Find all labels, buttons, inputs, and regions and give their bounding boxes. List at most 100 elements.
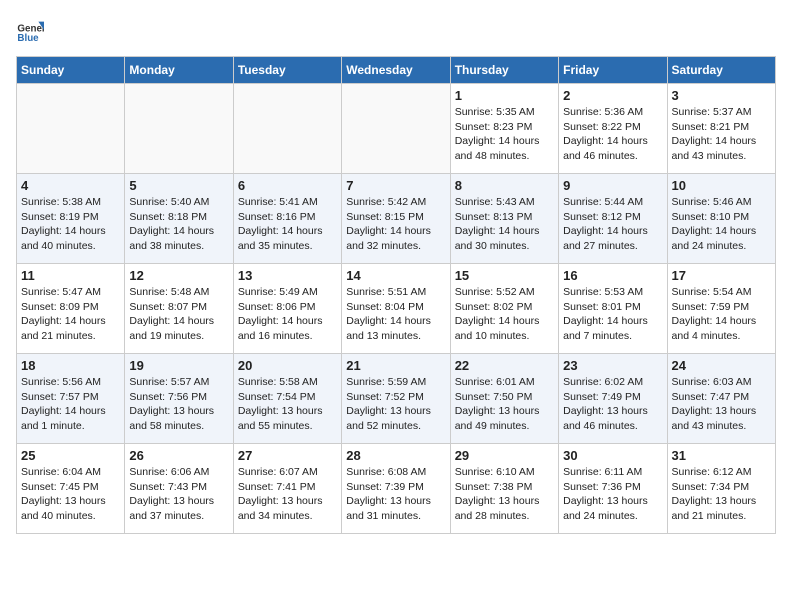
header: General Blue xyxy=(16,16,776,44)
day-number: 2 xyxy=(563,88,662,103)
day-info: Sunrise: 6:06 AMSunset: 7:43 PMDaylight:… xyxy=(129,465,228,524)
logo: General Blue xyxy=(16,16,44,44)
day-number: 22 xyxy=(455,358,554,373)
day-info: Sunrise: 5:38 AMSunset: 8:19 PMDaylight:… xyxy=(21,195,120,254)
day-info: Sunrise: 5:58 AMSunset: 7:54 PMDaylight:… xyxy=(238,375,337,434)
day-number: 1 xyxy=(455,88,554,103)
day-info: Sunrise: 6:10 AMSunset: 7:38 PMDaylight:… xyxy=(455,465,554,524)
day-number: 9 xyxy=(563,178,662,193)
calendar-cell: 31 Sunrise: 6:12 AMSunset: 7:34 PMDayligh… xyxy=(667,444,775,534)
calendar-week-1: 1 Sunrise: 5:35 AMSunset: 8:23 PMDaylight… xyxy=(17,84,776,174)
day-info: Sunrise: 5:59 AMSunset: 7:52 PMDaylight:… xyxy=(346,375,445,434)
day-info: Sunrise: 6:07 AMSunset: 7:41 PMDaylight:… xyxy=(238,465,337,524)
calendar-cell: 21 Sunrise: 5:59 AMSunset: 7:52 PMDayligh… xyxy=(342,354,450,444)
day-info: Sunrise: 5:43 AMSunset: 8:13 PMDaylight:… xyxy=(455,195,554,254)
day-number: 3 xyxy=(672,88,771,103)
day-info: Sunrise: 6:03 AMSunset: 7:47 PMDaylight:… xyxy=(672,375,771,434)
day-number: 11 xyxy=(21,268,120,283)
day-info: Sunrise: 6:12 AMSunset: 7:34 PMDaylight:… xyxy=(672,465,771,524)
day-number: 25 xyxy=(21,448,120,463)
calendar-cell: 1 Sunrise: 5:35 AMSunset: 8:23 PMDaylight… xyxy=(450,84,558,174)
day-number: 28 xyxy=(346,448,445,463)
day-info: Sunrise: 6:02 AMSunset: 7:49 PMDaylight:… xyxy=(563,375,662,434)
day-info: Sunrise: 5:57 AMSunset: 7:56 PMDaylight:… xyxy=(129,375,228,434)
calendar-cell: 28Sunrise: 6:08 AMSunset: 7:39 PMDayligh… xyxy=(342,444,450,534)
day-info: Sunrise: 5:37 AMSunset: 8:21 PMDaylight:… xyxy=(672,105,771,164)
day-header-tuesday: Tuesday xyxy=(233,57,341,84)
calendar-week-2: 4 Sunrise: 5:38 AMSunset: 8:19 PMDaylight… xyxy=(17,174,776,264)
day-number: 18 xyxy=(21,358,120,373)
calendar-cell: 13 Sunrise: 5:49 AMSunset: 8:06 PMDayligh… xyxy=(233,264,341,354)
calendar-cell: 12Sunrise: 5:48 AMSunset: 8:07 PMDayligh… xyxy=(125,264,233,354)
calendar-cell xyxy=(125,84,233,174)
calendar-cell: 16 Sunrise: 5:53 AMSunset: 8:01 PMDayligh… xyxy=(559,264,667,354)
day-number: 21 xyxy=(346,358,445,373)
calendar-header-row: SundayMondayTuesdayWednesdayThursdayFrid… xyxy=(17,57,776,84)
day-info: Sunrise: 6:11 AMSunset: 7:36 PMDaylight:… xyxy=(563,465,662,524)
calendar-cell: 29 Sunrise: 6:10 AMSunset: 7:38 PMDayligh… xyxy=(450,444,558,534)
calendar-table: SundayMondayTuesdayWednesdayThursdayFrid… xyxy=(16,56,776,534)
day-info: Sunrise: 5:49 AMSunset: 8:06 PMDaylight:… xyxy=(238,285,337,344)
day-number: 8 xyxy=(455,178,554,193)
day-number: 23 xyxy=(563,358,662,373)
day-info: Sunrise: 5:40 AMSunset: 8:18 PMDaylight:… xyxy=(129,195,228,254)
calendar-cell: 4 Sunrise: 5:38 AMSunset: 8:19 PMDaylight… xyxy=(17,174,125,264)
day-number: 16 xyxy=(563,268,662,283)
day-info: Sunrise: 5:46 AMSunset: 8:10 PMDaylight:… xyxy=(672,195,771,254)
calendar-cell: 23 Sunrise: 6:02 AMSunset: 7:49 PMDayligh… xyxy=(559,354,667,444)
logo-icon: General Blue xyxy=(16,16,44,44)
day-number: 15 xyxy=(455,268,554,283)
calendar-cell: 7 Sunrise: 5:42 AMSunset: 8:15 PMDaylight… xyxy=(342,174,450,264)
day-number: 24 xyxy=(672,358,771,373)
day-number: 7 xyxy=(346,178,445,193)
day-info: Sunrise: 5:36 AMSunset: 8:22 PMDaylight:… xyxy=(563,105,662,164)
calendar-week-3: 11 Sunrise: 5:47 AMSunset: 8:09 PMDayligh… xyxy=(17,264,776,354)
day-number: 6 xyxy=(238,178,337,193)
calendar-cell: 11 Sunrise: 5:47 AMSunset: 8:09 PMDayligh… xyxy=(17,264,125,354)
day-info: Sunrise: 5:47 AMSunset: 8:09 PMDaylight:… xyxy=(21,285,120,344)
day-info: Sunrise: 5:41 AMSunset: 8:16 PMDaylight:… xyxy=(238,195,337,254)
calendar-cell: 26 Sunrise: 6:06 AMSunset: 7:43 PMDayligh… xyxy=(125,444,233,534)
calendar-cell xyxy=(17,84,125,174)
day-number: 5 xyxy=(129,178,228,193)
day-number: 14 xyxy=(346,268,445,283)
day-info: Sunrise: 5:42 AMSunset: 8:15 PMDaylight:… xyxy=(346,195,445,254)
day-info: Sunrise: 5:56 AMSunset: 7:57 PMDaylight:… xyxy=(21,375,120,434)
day-number: 19 xyxy=(129,358,228,373)
day-info: Sunrise: 5:51 AMSunset: 8:04 PMDaylight:… xyxy=(346,285,445,344)
calendar-cell xyxy=(342,84,450,174)
calendar-cell: 20 Sunrise: 5:58 AMSunset: 7:54 PMDayligh… xyxy=(233,354,341,444)
calendar-cell: 17Sunrise: 5:54 AMSunset: 7:59 PMDayligh… xyxy=(667,264,775,354)
day-info: Sunrise: 5:44 AMSunset: 8:12 PMDaylight:… xyxy=(563,195,662,254)
calendar-cell: 6 Sunrise: 5:41 AMSunset: 8:16 PMDaylight… xyxy=(233,174,341,264)
calendar-cell: 2 Sunrise: 5:36 AMSunset: 8:22 PMDaylight… xyxy=(559,84,667,174)
day-number: 4 xyxy=(21,178,120,193)
day-header-wednesday: Wednesday xyxy=(342,57,450,84)
day-number: 31 xyxy=(672,448,771,463)
day-number: 26 xyxy=(129,448,228,463)
svg-text:Blue: Blue xyxy=(17,33,39,44)
day-info: Sunrise: 5:52 AMSunset: 8:02 PMDaylight:… xyxy=(455,285,554,344)
day-number: 13 xyxy=(238,268,337,283)
day-info: Sunrise: 6:01 AMSunset: 7:50 PMDaylight:… xyxy=(455,375,554,434)
calendar-week-5: 25Sunrise: 6:04 AMSunset: 7:45 PMDayligh… xyxy=(17,444,776,534)
day-header-sunday: Sunday xyxy=(17,57,125,84)
calendar-cell: 19 Sunrise: 5:57 AMSunset: 7:56 PMDayligh… xyxy=(125,354,233,444)
day-info: Sunrise: 5:48 AMSunset: 8:07 PMDaylight:… xyxy=(129,285,228,344)
day-header-monday: Monday xyxy=(125,57,233,84)
day-header-saturday: Saturday xyxy=(667,57,775,84)
calendar-cell: 9 Sunrise: 5:44 AMSunset: 8:12 PMDaylight… xyxy=(559,174,667,264)
calendar-cell: 22 Sunrise: 6:01 AMSunset: 7:50 PMDayligh… xyxy=(450,354,558,444)
calendar-week-4: 18 Sunrise: 5:56 AMSunset: 7:57 PMDayligh… xyxy=(17,354,776,444)
day-number: 29 xyxy=(455,448,554,463)
day-info: Sunrise: 5:53 AMSunset: 8:01 PMDaylight:… xyxy=(563,285,662,344)
calendar-cell: 14 Sunrise: 5:51 AMSunset: 8:04 PMDayligh… xyxy=(342,264,450,354)
calendar-cell: 10 Sunrise: 5:46 AMSunset: 8:10 PMDayligh… xyxy=(667,174,775,264)
calendar-cell: 18 Sunrise: 5:56 AMSunset: 7:57 PMDayligh… xyxy=(17,354,125,444)
day-info: Sunrise: 5:54 AMSunset: 7:59 PMDaylight:… xyxy=(672,285,771,344)
calendar-cell: 5 Sunrise: 5:40 AMSunset: 8:18 PMDaylight… xyxy=(125,174,233,264)
day-number: 20 xyxy=(238,358,337,373)
day-number: 10 xyxy=(672,178,771,193)
day-header-thursday: Thursday xyxy=(450,57,558,84)
day-info: Sunrise: 5:35 AMSunset: 8:23 PMDaylight:… xyxy=(455,105,554,164)
